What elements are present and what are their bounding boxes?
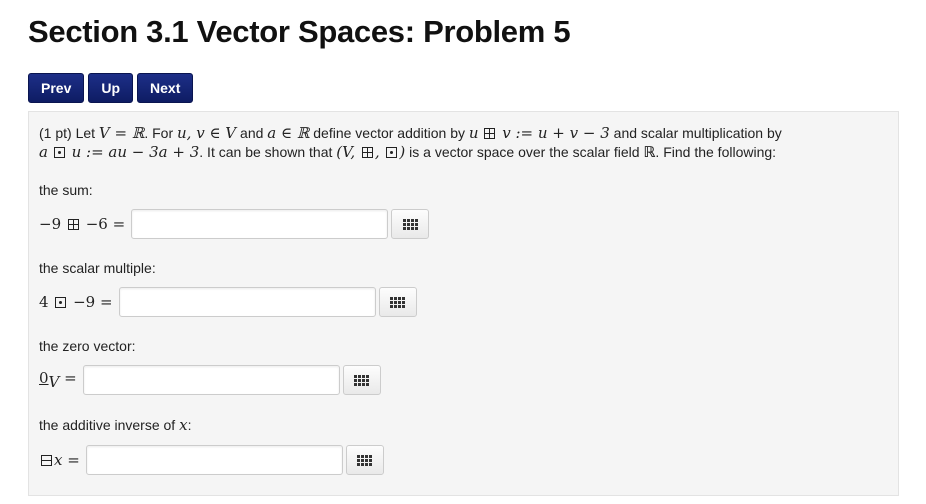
next-button[interactable]: Next xyxy=(137,73,194,103)
equation-palette-icon xyxy=(390,296,406,308)
sum-expression: −9 −6 = xyxy=(39,215,125,233)
scalar-operand-b: −9 = xyxy=(73,293,113,311)
math-a: a xyxy=(39,143,48,161)
up-button[interactable]: Up xyxy=(88,73,134,103)
math-a: a ∈ ℝ xyxy=(267,124,310,142)
additive-inverse-colon: : xyxy=(187,417,192,433)
intro-text: and xyxy=(236,125,268,141)
additive-inverse-expression: x = xyxy=(39,451,80,469)
zero-subscript: V xyxy=(48,373,60,391)
zero-vector-label: the zero vector: xyxy=(39,338,136,354)
zero-vector-expression: 0V = xyxy=(39,369,77,391)
page-title: Section 3.1 Vector Spaces: Problem 5 xyxy=(28,14,571,49)
math-uv: u, v ∈ V xyxy=(177,124,237,142)
scalar-operand-a: 4 xyxy=(39,293,49,311)
boxminus-icon xyxy=(41,455,52,466)
intro-text: . For xyxy=(144,125,177,141)
scalar-multiple-answer-input[interactable] xyxy=(118,287,376,317)
sum-palette-button[interactable] xyxy=(391,209,430,239)
additive-inverse-x: x = xyxy=(54,451,80,469)
scalar-multiple-expression: 4 −9 = xyxy=(39,293,113,311)
sum-row: −9 −6 = xyxy=(39,208,888,240)
problem-statement: (1 pt) Let V = ℝ. For u, v ∈ V and a ∈ ℝ… xyxy=(39,124,888,162)
intro-text: is a vector space over the scalar field xyxy=(405,144,644,160)
math-x: x xyxy=(179,416,188,434)
sum-answer-input[interactable] xyxy=(131,209,389,239)
additive-inverse-palette-button[interactable] xyxy=(345,445,384,475)
math-v-eq-r: V = ℝ xyxy=(98,124,145,142)
problem-nav: Prev Up Next xyxy=(28,73,194,103)
prev-button[interactable]: Prev xyxy=(28,73,85,103)
math-mul-def: u := au − 3a + 3 xyxy=(66,143,200,161)
additive-inverse-row: x = xyxy=(39,444,888,476)
boxdot-icon xyxy=(55,297,67,308)
sum-label: the sum: xyxy=(39,182,93,198)
additive-inverse-label: the additive inverse of x: xyxy=(39,416,888,434)
math-comma: , xyxy=(374,143,385,161)
additive-inverse-answer-input[interactable] xyxy=(85,445,343,475)
math-tuple-open: (V, xyxy=(336,143,360,161)
sum-operand-b: −6 = xyxy=(85,215,126,233)
equation-palette-icon xyxy=(357,454,373,466)
scalar-multiple-palette-button[interactable] xyxy=(378,287,417,317)
boxplus-icon xyxy=(361,147,373,158)
zero-vector-palette-button[interactable] xyxy=(342,365,381,395)
math-u: u xyxy=(468,124,479,142)
intro-text: and scalar multiplication by xyxy=(609,125,782,141)
zero-vector-row: 0V = xyxy=(39,364,888,396)
scalar-multiple-label: the scalar multiple: xyxy=(39,260,156,276)
problem-panel: (1 pt) Let V = ℝ. For u, v ∈ V and a ∈ ℝ… xyxy=(28,111,899,496)
scalar-multiple-row: 4 −9 = xyxy=(39,286,888,318)
boxdot-icon xyxy=(53,147,65,158)
boxplus-icon xyxy=(484,128,496,139)
equation-palette-icon xyxy=(354,374,370,386)
zero-vector-answer-input[interactable] xyxy=(82,365,340,395)
intro-text: define vector addition by xyxy=(309,125,469,141)
boxplus-icon xyxy=(67,219,79,230)
math-field-r: ℝ xyxy=(643,143,656,161)
additive-inverse-label-text: the additive inverse of xyxy=(39,417,180,433)
equation-palette-icon xyxy=(402,218,418,230)
intro-text: . Find the following: xyxy=(655,144,777,160)
zero-symbol: 0 xyxy=(39,369,49,387)
boxdot-icon xyxy=(386,147,398,158)
math-add-def: v := u + v − 3 xyxy=(497,124,610,142)
points-text: (1 pt) Let xyxy=(39,125,96,141)
zero-equals: = xyxy=(59,369,77,387)
sum-operand-a: −9 xyxy=(39,215,62,233)
intro-text: . It can be shown that xyxy=(199,144,337,160)
